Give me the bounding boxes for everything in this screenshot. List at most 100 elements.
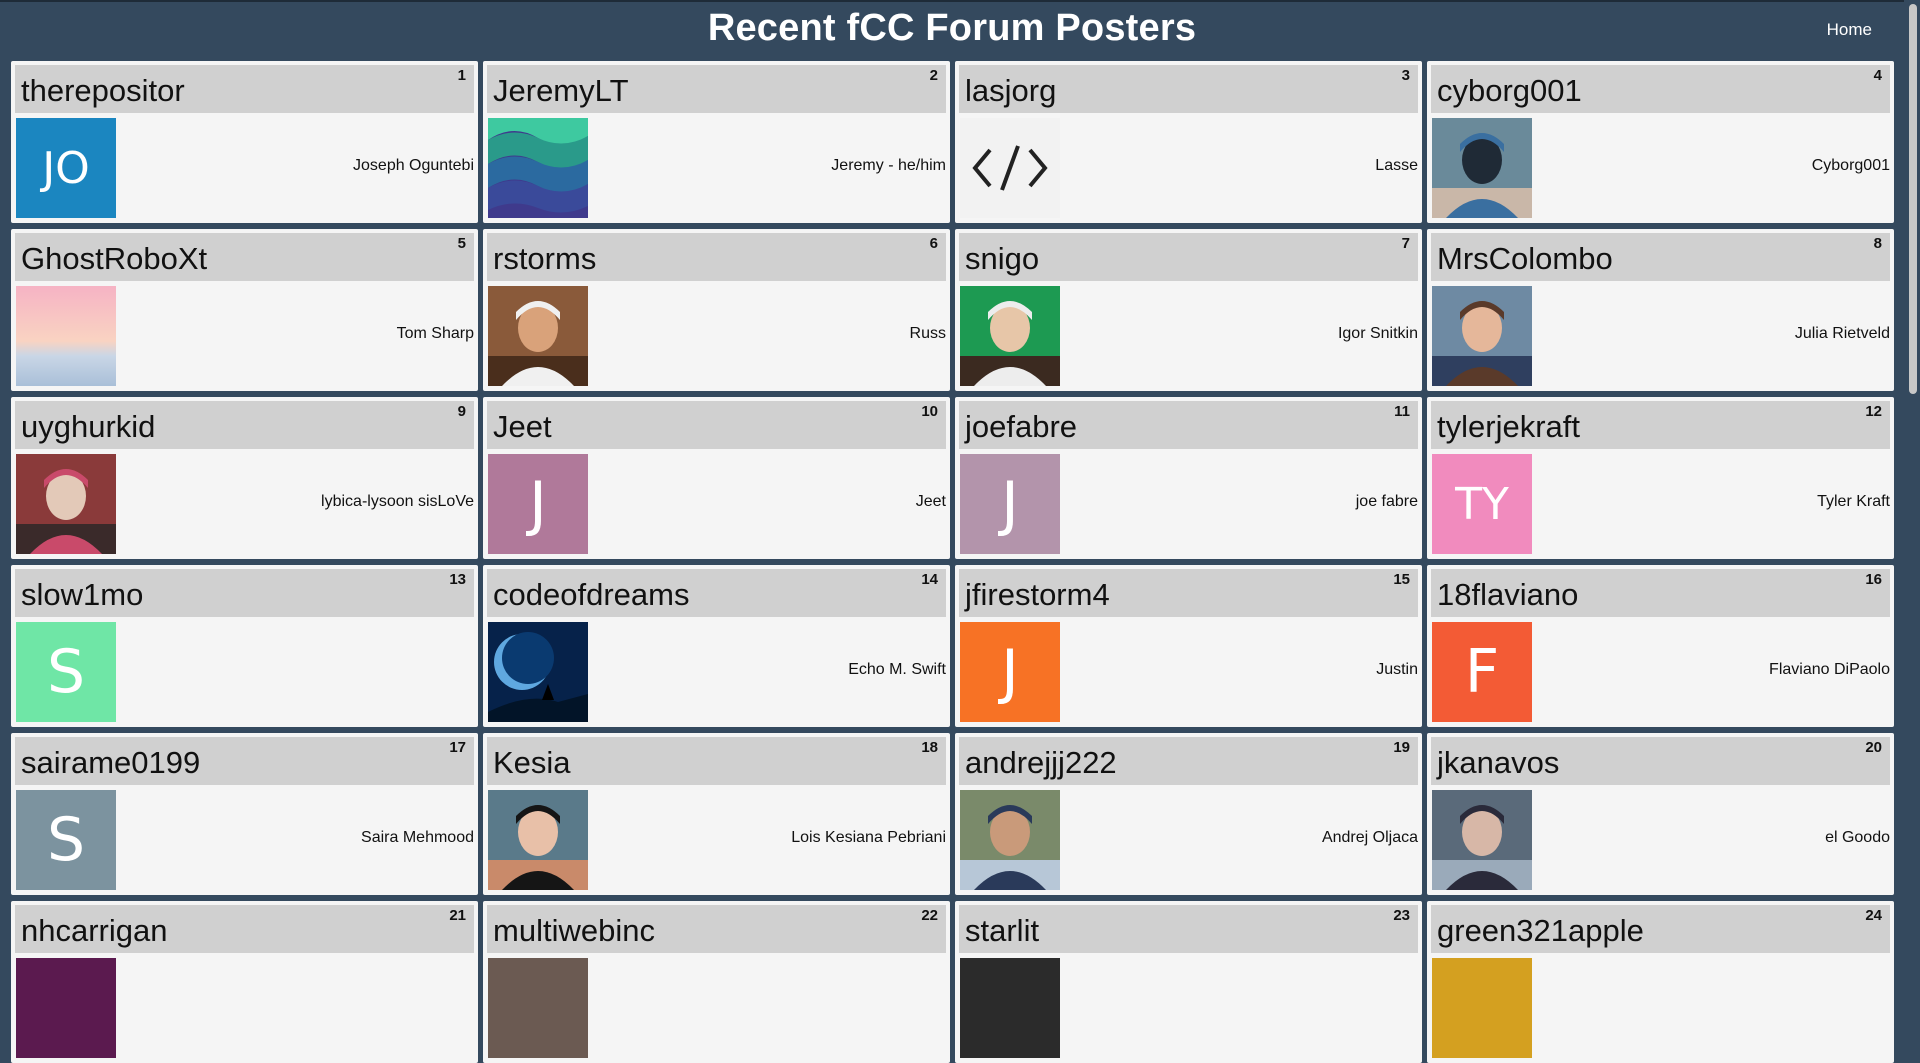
username[interactable]: uyghurkid	[21, 409, 155, 445]
username[interactable]: tylerjekraft	[1437, 409, 1580, 445]
username[interactable]: joefabre	[965, 409, 1077, 445]
real-name: Saira Mehmood	[361, 829, 474, 846]
real-name: Cyborg001	[1811, 157, 1890, 174]
card-header: jfirestorm4 15	[959, 569, 1418, 617]
real-name: Russ	[909, 325, 946, 342]
avatar[interactable]	[1432, 958, 1532, 1058]
username[interactable]: MrsColombo	[1437, 241, 1613, 277]
username[interactable]: andrejjj222	[965, 745, 1117, 781]
poster-card[interactable]: codeofdreams 14 Echo M. Swift	[483, 565, 950, 727]
username[interactable]: green321apple	[1437, 913, 1644, 949]
poster-card[interactable]: andrejjj222 19 Andrej Oljaca	[955, 733, 1422, 895]
avatar[interactable]: J	[960, 454, 1060, 554]
avatar[interactable]	[960, 286, 1060, 386]
poster-card[interactable]: slow1mo 13 S	[11, 565, 478, 727]
poster-card[interactable]: Kesia 18 Lois Kesiana Pebriani	[483, 733, 950, 895]
username[interactable]: therepositor	[21, 73, 185, 109]
poster-card[interactable]: lasjorg 3 Lasse	[955, 61, 1422, 223]
username[interactable]: rstorms	[493, 241, 596, 277]
avatar[interactable]: TY	[1432, 454, 1532, 554]
poster-card[interactable]: joefabre 11 J joe fabre	[955, 397, 1422, 559]
username[interactable]: starlit	[965, 913, 1039, 949]
poster-card[interactable]: JeremyLT 2 Jeremy - he/him	[483, 61, 950, 223]
scrollbar[interactable]	[1904, 0, 1920, 970]
rank-number: 5	[457, 235, 466, 252]
poster-card[interactable]: nhcarrigan 21	[11, 901, 478, 1063]
poster-card[interactable]: jkanavos 20 el Goodo	[1427, 733, 1894, 895]
rank-number: 20	[1865, 739, 1882, 756]
scrollbar-thumb[interactable]	[1909, 4, 1917, 394]
avatar[interactable]	[488, 622, 588, 722]
username[interactable]: jkanavos	[1437, 745, 1559, 781]
avatar[interactable]	[488, 790, 588, 890]
avatar[interactable]	[1432, 286, 1532, 386]
username[interactable]: Kesia	[493, 745, 571, 781]
avatar[interactable]: J	[488, 454, 588, 554]
card-header: snigo 7	[959, 233, 1418, 281]
avatar[interactable]	[960, 958, 1060, 1058]
card-header: GhostRoboXt 5	[15, 233, 474, 281]
poster-card[interactable]: snigo 7 Igor Snitkin	[955, 229, 1422, 391]
username[interactable]: snigo	[965, 241, 1039, 277]
poster-card[interactable]: starlit 23	[955, 901, 1422, 1063]
avatar[interactable]	[1432, 790, 1532, 890]
real-name: Lois Kesiana Pebriani	[791, 829, 946, 846]
username[interactable]: GhostRoboXt	[21, 241, 207, 277]
avatar[interactable]	[16, 958, 116, 1058]
avatar[interactable]	[488, 286, 588, 386]
avatar[interactable]: J	[960, 622, 1060, 722]
real-name: Julia Rietveld	[1794, 325, 1890, 342]
poster-card[interactable]: sairame0199 17 S Saira Mehmood	[11, 733, 478, 895]
poster-card[interactable]: rstorms 6 Russ	[483, 229, 950, 391]
card-header: slow1mo 13	[15, 569, 474, 617]
username[interactable]: multiwebinc	[493, 913, 655, 949]
poster-card[interactable]: uyghurkid 9 lybica-lysoon sisLoVe	[11, 397, 478, 559]
card-header: lasjorg 3	[959, 65, 1418, 113]
card-header: JeremyLT 2	[487, 65, 946, 113]
username[interactable]: nhcarrigan	[21, 913, 167, 949]
real-name: Echo M. Swift	[848, 661, 946, 678]
avatar[interactable]: F	[1432, 622, 1532, 722]
avatar[interactable]	[16, 454, 116, 554]
card-header: Kesia 18	[487, 737, 946, 785]
poster-card[interactable]: GhostRoboXt 5 Tom Sharp	[11, 229, 478, 391]
poster-card[interactable]: Jeet 10 J Jeet	[483, 397, 950, 559]
card-header: therepositor 1	[15, 65, 474, 113]
real-name: el Goodo	[1825, 829, 1890, 846]
username[interactable]: slow1mo	[21, 577, 143, 613]
avatar-letter: S	[46, 637, 86, 707]
avatar[interactable]	[488, 958, 588, 1058]
card-header: 18flaviano 16	[1431, 569, 1890, 617]
username[interactable]: sairame0199	[21, 745, 200, 781]
avatar[interactable]	[16, 286, 116, 386]
username[interactable]: JeremyLT	[493, 73, 629, 109]
poster-card[interactable]: therepositor 1 JO Joseph Oguntebi	[11, 61, 478, 223]
avatar[interactable]	[1432, 118, 1532, 218]
avatar[interactable]: JO	[16, 118, 116, 218]
rank-number: 13	[449, 571, 466, 588]
rank-number: 22	[921, 907, 938, 924]
avatar[interactable]	[960, 790, 1060, 890]
avatar[interactable]	[960, 118, 1060, 218]
avatar[interactable]	[488, 118, 588, 218]
avatar[interactable]: S	[16, 622, 116, 722]
poster-card[interactable]: 18flaviano 16 F Flaviano DiPaolo	[1427, 565, 1894, 727]
rank-number: 19	[1393, 739, 1410, 756]
username[interactable]: lasjorg	[965, 73, 1056, 109]
poster-card[interactable]: multiwebinc 22	[483, 901, 950, 1063]
poster-card[interactable]: tylerjekraft 12 TY Tyler Kraft	[1427, 397, 1894, 559]
rank-number: 12	[1865, 403, 1882, 420]
username[interactable]: cyborg001	[1437, 73, 1582, 109]
home-link[interactable]: Home	[1827, 18, 1872, 42]
username[interactable]: Jeet	[493, 409, 552, 445]
card-header: cyborg001 4	[1431, 65, 1890, 113]
username[interactable]: jfirestorm4	[965, 577, 1110, 613]
poster-card[interactable]: cyborg001 4 Cyborg001	[1427, 61, 1894, 223]
username[interactable]: 18flaviano	[1437, 577, 1578, 613]
username[interactable]: codeofdreams	[493, 577, 689, 613]
poster-card[interactable]: jfirestorm4 15 J Justin	[955, 565, 1422, 727]
poster-card[interactable]: MrsColombo 8 Julia Rietveld	[1427, 229, 1894, 391]
poster-grid: therepositor 1 JO Joseph Oguntebi Jeremy…	[11, 61, 1899, 1063]
avatar[interactable]: S	[16, 790, 116, 890]
poster-card[interactable]: green321apple 24	[1427, 901, 1894, 1063]
